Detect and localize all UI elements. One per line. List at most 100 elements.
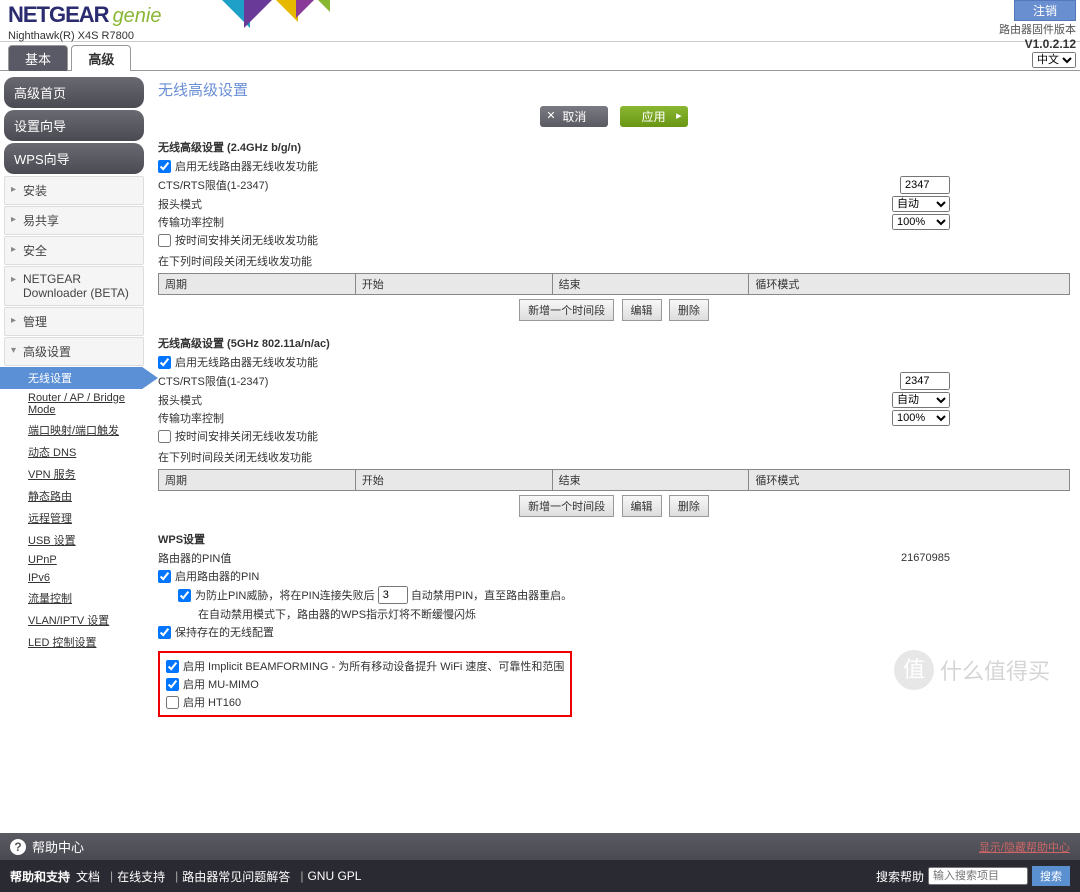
sub-ddns[interactable]: 动态 DNS [0,441,148,463]
help-label: 帮助中心 [32,837,84,856]
enable-pin-checkbox[interactable] [158,570,171,583]
cts-24-input[interactable] [900,176,950,194]
col-start: 开始 [355,274,552,295]
ht160-label: 启用 HT160 [183,694,241,710]
help-toggle-link[interactable]: 显示/隐藏帮助中心 [979,839,1070,855]
sub-led[interactable]: LED 控制设置 [0,631,148,653]
add-period-24-button[interactable]: 新增一个时间段 [519,299,614,321]
enable-radio-24-label: 启用无线路由器无线收发功能 [175,158,318,174]
footer-online[interactable]: 在线支持 [117,868,165,885]
sidebar-home[interactable]: 高级首页 [4,77,144,108]
ht160-checkbox[interactable] [166,696,179,709]
beamforming-checkbox[interactable] [166,660,179,673]
sidebar-security[interactable]: ▸安全 [4,236,144,265]
txpower-24-label: 传输功率控制 [158,214,224,230]
sidebar-downloader[interactable]: ▸NETGEAR Downloader (BETA) [4,266,144,306]
sched-off-5-checkbox[interactable] [158,430,171,443]
schedule-24-table: 周期开始结束循环模式 [158,273,1070,295]
txpower-24-select[interactable]: 100% [892,214,950,230]
sub-port[interactable]: 端口映射/端口触发 [0,419,148,441]
pin-fail-suffix: 自动禁用PIN，直至路由器重启。 [411,587,572,603]
footer-search-label: 搜索帮助 [876,868,924,885]
chevron-right-icon: ▸ [11,184,16,195]
chevron-right-icon: ▸ [11,214,16,225]
beamforming-label: 启用 Implicit BEAMFORMING - 为所有移动设备提升 WiFi… [183,658,564,674]
pin-note: 在自动禁用模式下，路由器的WPS指示灯将不断缓慢闪烁 [198,606,476,622]
tab-basic[interactable]: 基本 [8,45,68,71]
close-icon: ✕ [546,109,555,122]
section-5ghz: 无线高级设置 (5GHz 802.11a/n/ac) [158,331,1070,353]
schedule-5-table: 周期开始结束循环模式 [158,469,1070,491]
logout-button[interactable]: 注销 [1014,0,1076,21]
sub-remote[interactable]: 远程管理 [0,507,148,529]
cancel-button[interactable]: ✕取消 [540,106,608,127]
del-period-5-button[interactable]: 删除 [669,495,709,517]
footer-search-button[interactable]: 搜索 [1032,866,1070,886]
highlighted-features-box: 启用 Implicit BEAMFORMING - 为所有移动设备提升 WiFi… [158,651,572,717]
apply-button[interactable]: 应用▸ [620,106,688,127]
sidebar-wps[interactable]: WPS向导 [4,143,144,174]
sidebar-install[interactable]: ▸安装 [4,176,144,205]
sub-vlan[interactable]: VLAN/IPTV 设置 [0,609,148,631]
router-pin-value: 21670985 [901,552,950,564]
section-wps: WPS设置 [158,527,1070,549]
footer-gpl[interactable]: GNU GPL [307,869,361,883]
mumimo-checkbox[interactable] [166,678,179,691]
txpower-5-select[interactable]: 100% [892,410,950,426]
footer-support: 帮助和支持 [10,868,70,885]
logo-genie: genie [113,5,162,28]
preamble-24-label: 报头模式 [158,196,202,212]
page-title: 无线高级设置 [158,77,1070,106]
preamble-5-select[interactable]: 自动 [892,392,950,408]
pin-fail-checkbox[interactable] [178,589,191,602]
preamble-5-label: 报头模式 [158,392,202,408]
section-24ghz: 无线高级设置 (2.4GHz b/g/n) [158,135,1070,157]
sched-off-24-checkbox[interactable] [158,234,171,247]
sched-off-5-label: 按时间安排关闭无线收发功能 [175,428,318,444]
sub-usb[interactable]: USB 设置 [0,529,148,551]
del-period-24-button[interactable]: 删除 [669,299,709,321]
cts-24-label: CTS/RTS限值(1-2347) [158,177,268,193]
router-pin-label: 路由器的PIN值 [158,550,231,566]
edit-period-24-button[interactable]: 编辑 [622,299,662,321]
model-name: Nighthawk(R) X4S R7800 [0,30,1080,42]
sidebar-adv-settings[interactable]: ▾高级设置 [4,337,144,366]
footer-doc[interactable]: 文档 [76,868,100,885]
keep-config-label: 保持存在的无线配置 [175,624,274,640]
sched-off-24-label: 按时间安排关闭无线收发功能 [175,232,318,248]
footer-faq[interactable]: 路由器常见问题解答 [182,868,290,885]
enable-pin-label: 启用路由器的PIN [175,568,259,584]
sidebar-manage[interactable]: ▸管理 [4,307,144,336]
sched-5-label: 在下列时间段关闭无线收发功能 [158,445,1070,467]
language-select[interactable]: 中文 [1032,52,1076,68]
add-period-5-button[interactable]: 新增一个时间段 [519,495,614,517]
keep-config-checkbox[interactable] [158,626,171,639]
sub-ipv6[interactable]: IPv6 [0,569,148,587]
sidebar-share[interactable]: ▸易共享 [4,206,144,235]
tab-advanced[interactable]: 高级 [71,45,131,71]
preamble-24-select[interactable]: 自动 [892,196,950,212]
enable-radio-5-checkbox[interactable] [158,356,171,369]
footer-search-input[interactable] [928,867,1028,885]
cts-5-input[interactable] [900,372,950,390]
enable-radio-24-checkbox[interactable] [158,160,171,173]
sidebar-wizard[interactable]: 设置向导 [4,110,144,141]
pin-fail-input[interactable] [378,586,408,604]
edit-period-5-button[interactable]: 编辑 [622,495,662,517]
cts-5-label: CTS/RTS限值(1-2347) [158,373,268,389]
firmware-label: 路由器固件版本 [999,24,1076,36]
sub-router-mode[interactable]: Router / AP / Bridge Mode [0,389,148,419]
sub-traffic[interactable]: 流量控制 [0,587,148,609]
help-bar[interactable]: ? 帮助中心 显示/隐藏帮助中心 [0,833,1080,860]
sub-vpn[interactable]: VPN 服务 [0,463,148,485]
txpower-5-label: 传输功率控制 [158,410,224,426]
chevron-right-icon: ▸ [11,315,16,326]
col-period: 周期 [159,470,356,491]
firmware-version: V1.0.2.12 [1025,37,1076,51]
sub-static-route[interactable]: 静态路由 [0,485,148,507]
sub-wireless[interactable]: 无线设置 [0,367,158,389]
pin-fail-prefix: 为防止PIN威胁，将在PIN连接失败后 [195,587,375,603]
sub-upnp[interactable]: UPnP [0,551,148,569]
chevron-right-icon: ▸ [11,274,16,285]
logo-netgear: NETGEAR [8,2,109,28]
